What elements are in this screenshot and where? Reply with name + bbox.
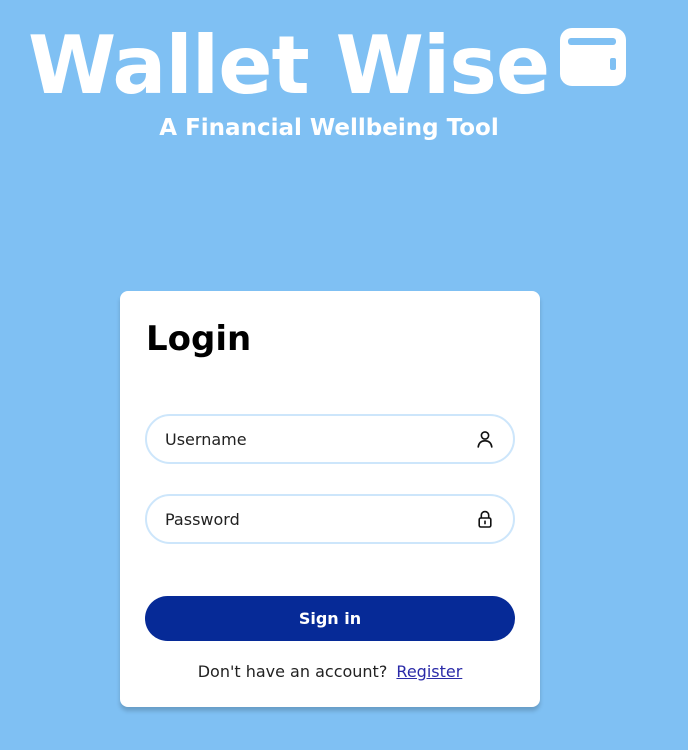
login-page: Wallet Wise A Financial Wellbeing Tool L… (0, 0, 688, 750)
register-link[interactable]: Register (396, 662, 462, 681)
password-input[interactable] (165, 496, 455, 542)
sign-in-button[interactable]: Sign in (145, 596, 515, 641)
login-heading: Login (146, 319, 252, 359)
register-prompt-text: Don't have an account? (197, 662, 388, 681)
wallet-icon (560, 28, 626, 86)
username-input[interactable] (165, 416, 455, 462)
app-subtitle: A Financial Wellbeing Tool (159, 115, 499, 141)
brand-header: Wallet Wise A Financial Wellbeing Tool (28, 18, 648, 148)
lock-icon (478, 510, 492, 528)
login-card: Login Sign in Don't have an account? Reg… (120, 291, 540, 707)
app-title: Wallet Wise (28, 19, 550, 112)
password-field[interactable] (145, 494, 515, 544)
username-field[interactable] (145, 414, 515, 464)
user-icon (477, 431, 493, 448)
register-prompt-row: Don't have an account? Register (120, 662, 540, 682)
